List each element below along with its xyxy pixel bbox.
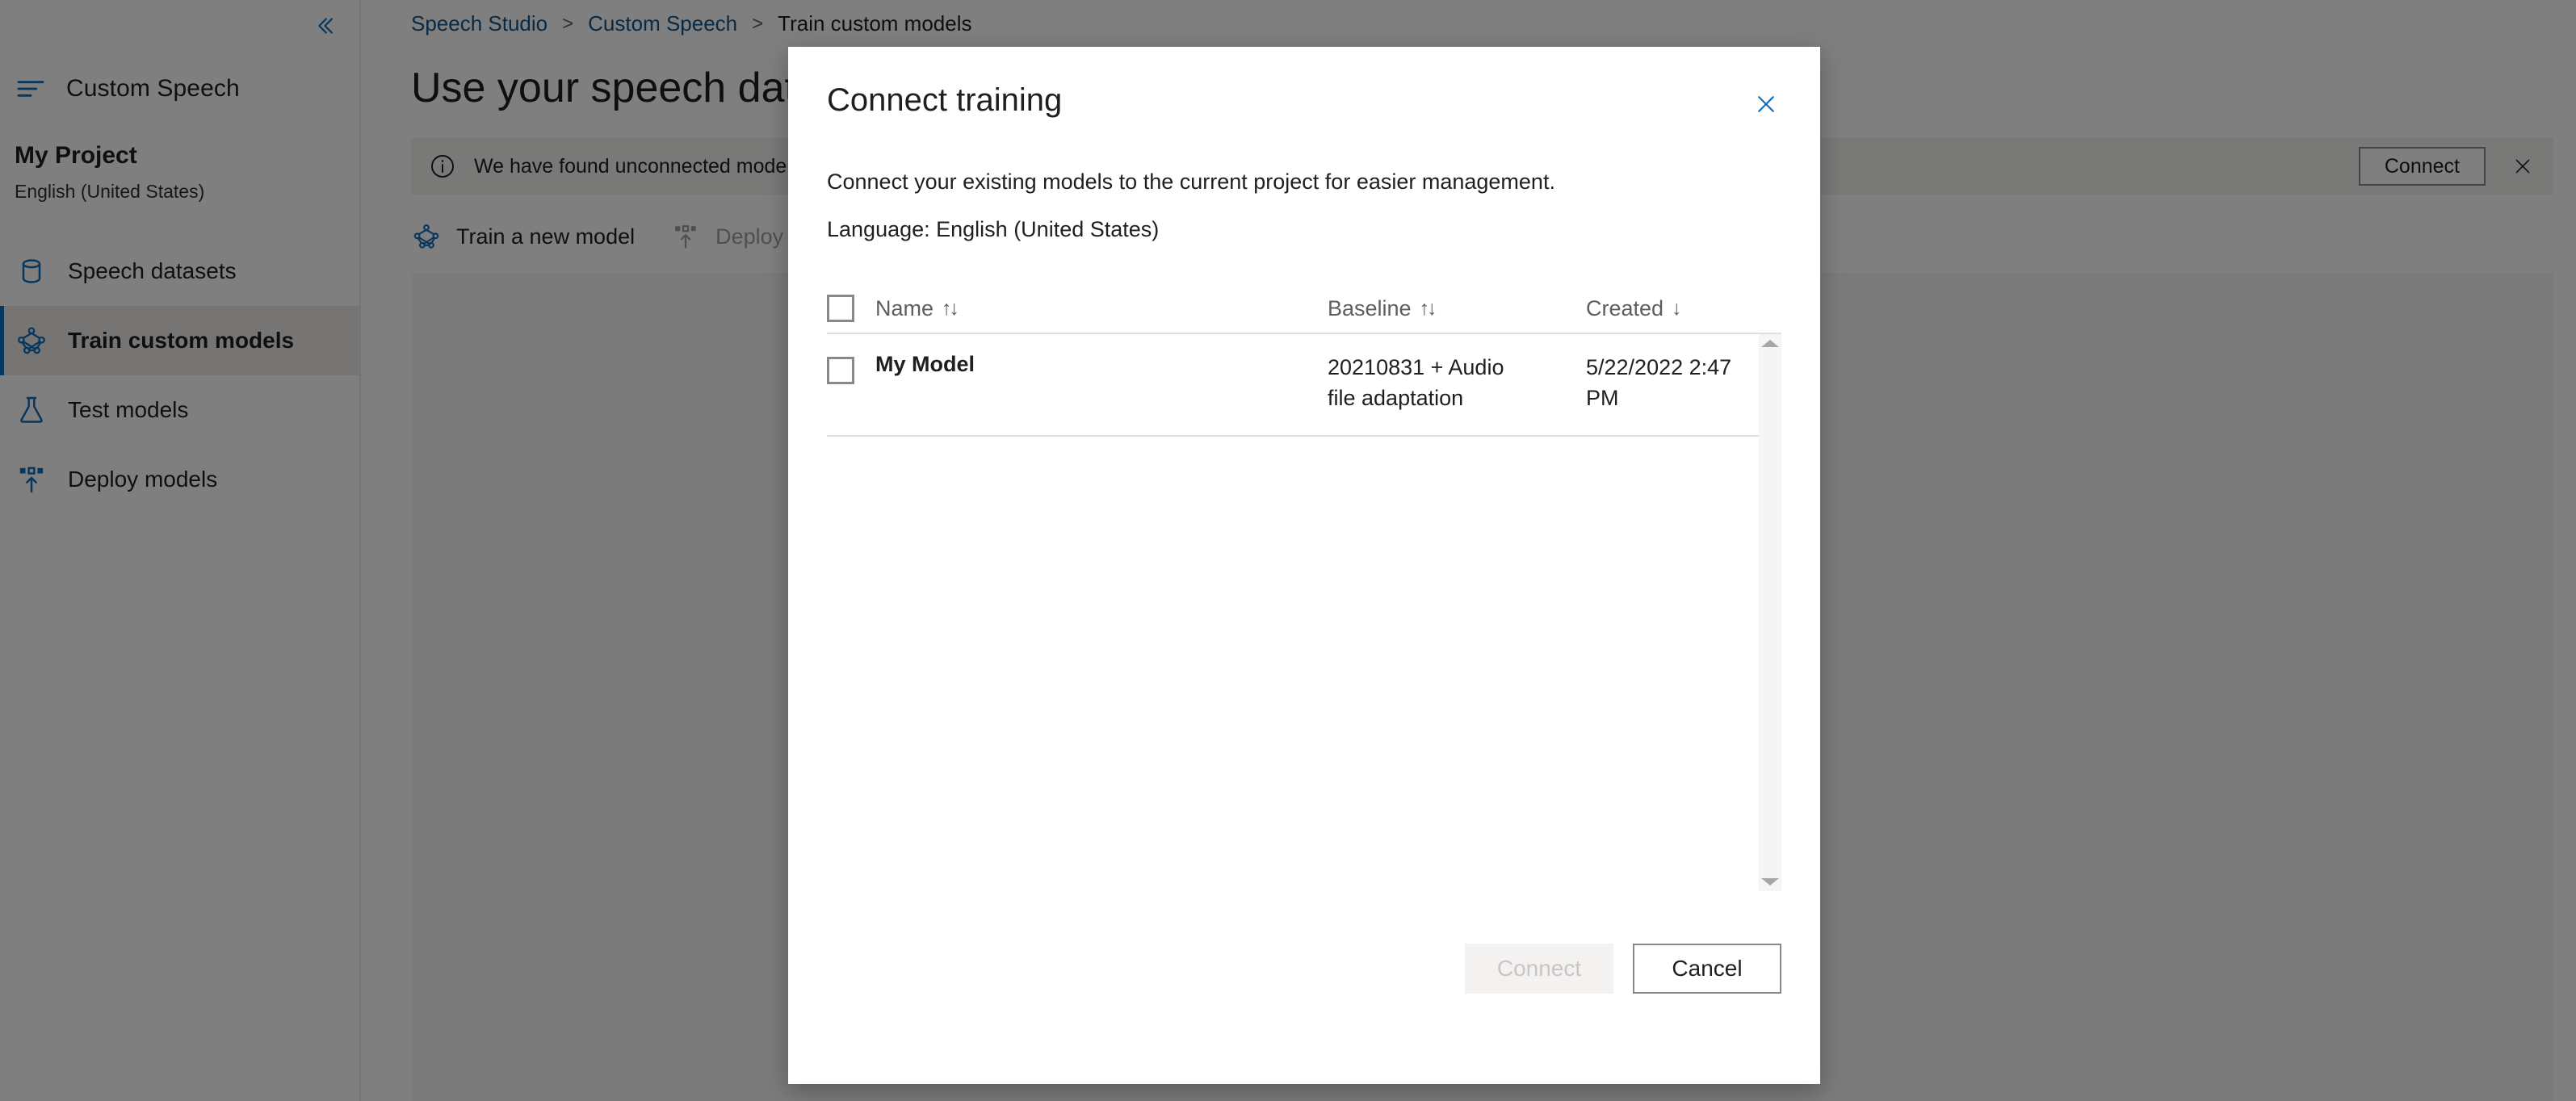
column-header-label: Name — [875, 295, 934, 320]
column-header-name[interactable]: Name ↑↓ — [875, 296, 1328, 321]
scroll-down-arrow-icon[interactable] — [1761, 878, 1779, 885]
table-scroll-area: My Model 20210831 + Audio file adaptatio… — [827, 334, 1781, 891]
sort-toggle-icon[interactable]: ↑↓ — [942, 297, 959, 320]
model-name-text: My Model — [875, 352, 975, 376]
table-header-row: Name ↑↓ Baseline ↑↓ Created ↓ — [827, 284, 1781, 334]
dialog-language-line: Language: English (United States) — [827, 217, 1160, 241]
model-baseline-text: 20210831 + Audio file adaptation — [1328, 355, 1504, 411]
cell-name: My Model — [875, 352, 1328, 377]
sort-descending-icon[interactable]: ↓ — [1672, 297, 1681, 320]
dialog-title: Connect training — [827, 82, 1063, 118]
dialog-body: Connect your existing models to the curr… — [788, 126, 1820, 891]
table-vertical-scrollbar[interactable] — [1759, 334, 1781, 891]
dialog-close-icon[interactable] — [1744, 82, 1788, 126]
model-created-text: 5/22/2022 2:47 PM — [1586, 355, 1732, 411]
scroll-up-arrow-icon[interactable] — [1761, 340, 1779, 347]
column-header-label: Created — [1586, 295, 1664, 320]
table-row[interactable]: My Model 20210831 + Audio file adaptatio… — [827, 334, 1759, 437]
dialog-cancel-button[interactable]: Cancel — [1633, 944, 1781, 994]
sort-toggle-icon[interactable]: ↑↓ — [1420, 297, 1437, 320]
column-header-baseline[interactable]: Baseline ↑↓ — [1328, 296, 1586, 321]
column-header-label: Baseline — [1328, 295, 1412, 320]
connect-training-dialog: Connect training Connect your existing m… — [788, 47, 1820, 1084]
select-all-checkbox-cell — [827, 295, 875, 322]
dialog-description: Connect your existing models to the curr… — [827, 170, 1555, 194]
cell-created: 5/22/2022 2:47 PM — [1586, 352, 1759, 414]
dialog-header: Connect training — [788, 47, 1820, 126]
column-header-created[interactable]: Created ↓ — [1586, 296, 1781, 321]
row-checkbox-cell — [827, 352, 875, 384]
dialog-connect-button[interactable]: Connect — [1465, 944, 1613, 994]
table-body: My Model 20210831 + Audio file adaptatio… — [827, 334, 1759, 891]
row-checkbox[interactable] — [827, 357, 854, 384]
models-table: Name ↑↓ Baseline ↑↓ Created ↓ My Model 2… — [827, 284, 1781, 891]
select-all-checkbox[interactable] — [827, 295, 854, 322]
dialog-footer: Connect Cancel — [788, 944, 1820, 1084]
cell-baseline: 20210831 + Audio file adaptation — [1328, 352, 1586, 414]
